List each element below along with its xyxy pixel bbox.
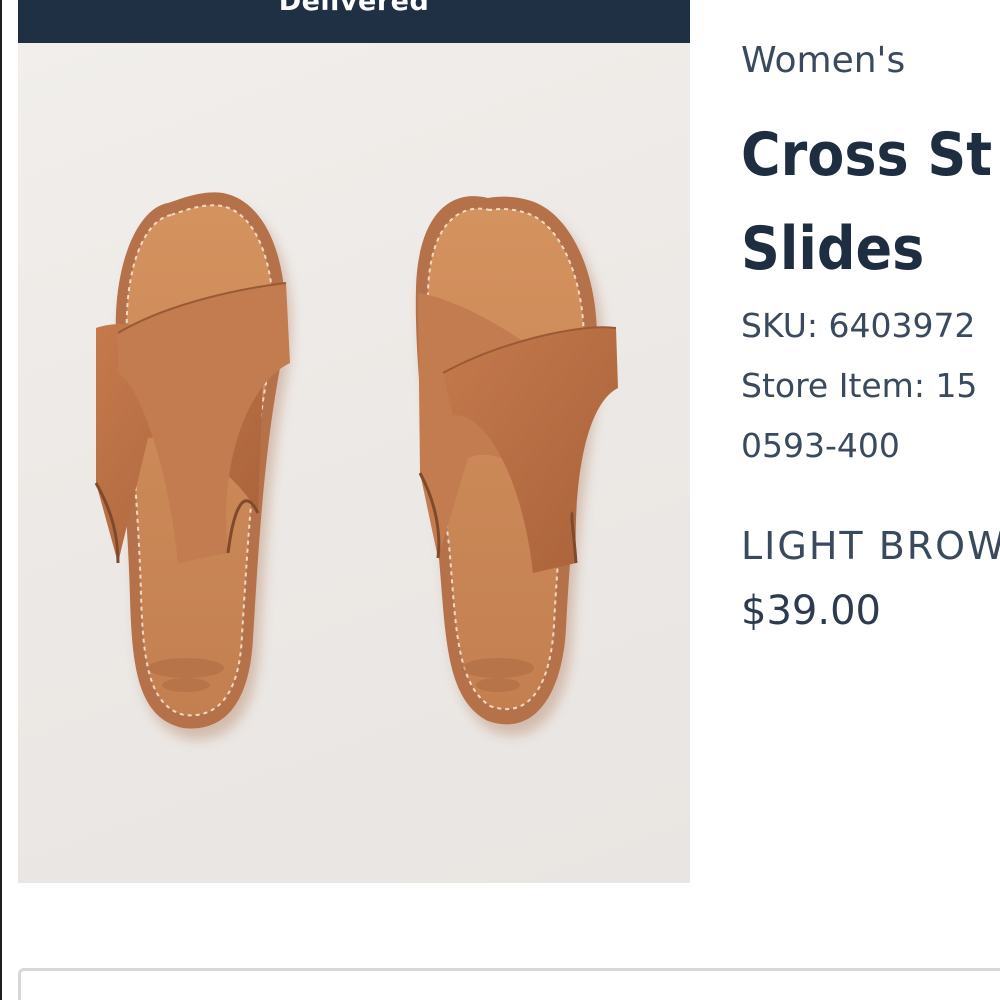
- left-sandal: [94, 192, 292, 740]
- product-color: LIGHT BROW: [741, 524, 1000, 568]
- store-item-number-cont: 0593-400: [741, 426, 900, 465]
- delivery-status-banner: Delivered: [18, 0, 690, 43]
- product-price: $39.00: [741, 588, 881, 634]
- product-title-line-2: Slides: [741, 214, 925, 284]
- product-title[interactable]: Cross St Slides: [741, 108, 1000, 296]
- product-info: Women's Cross St Slides SKU: 6403972 Sto…: [741, 0, 1000, 700]
- store-item-number: Store Item: 15: [741, 366, 978, 405]
- right-sandal: [415, 196, 618, 736]
- sandals-illustration: [94, 192, 618, 740]
- order-item-page: Delivered Women's Cross St Slides SKU: 6…: [0, 0, 1000, 1000]
- product-category: Women's: [741, 40, 906, 81]
- next-section-card[interactable]: [18, 968, 1000, 1000]
- product-sku: SKU: 6403972: [741, 306, 976, 345]
- left-border: [0, 0, 2, 1000]
- product-image[interactable]: [18, 43, 690, 883]
- delivery-status-text: Delivered: [278, 0, 430, 17]
- product-title-line-1: Cross St: [741, 120, 993, 190]
